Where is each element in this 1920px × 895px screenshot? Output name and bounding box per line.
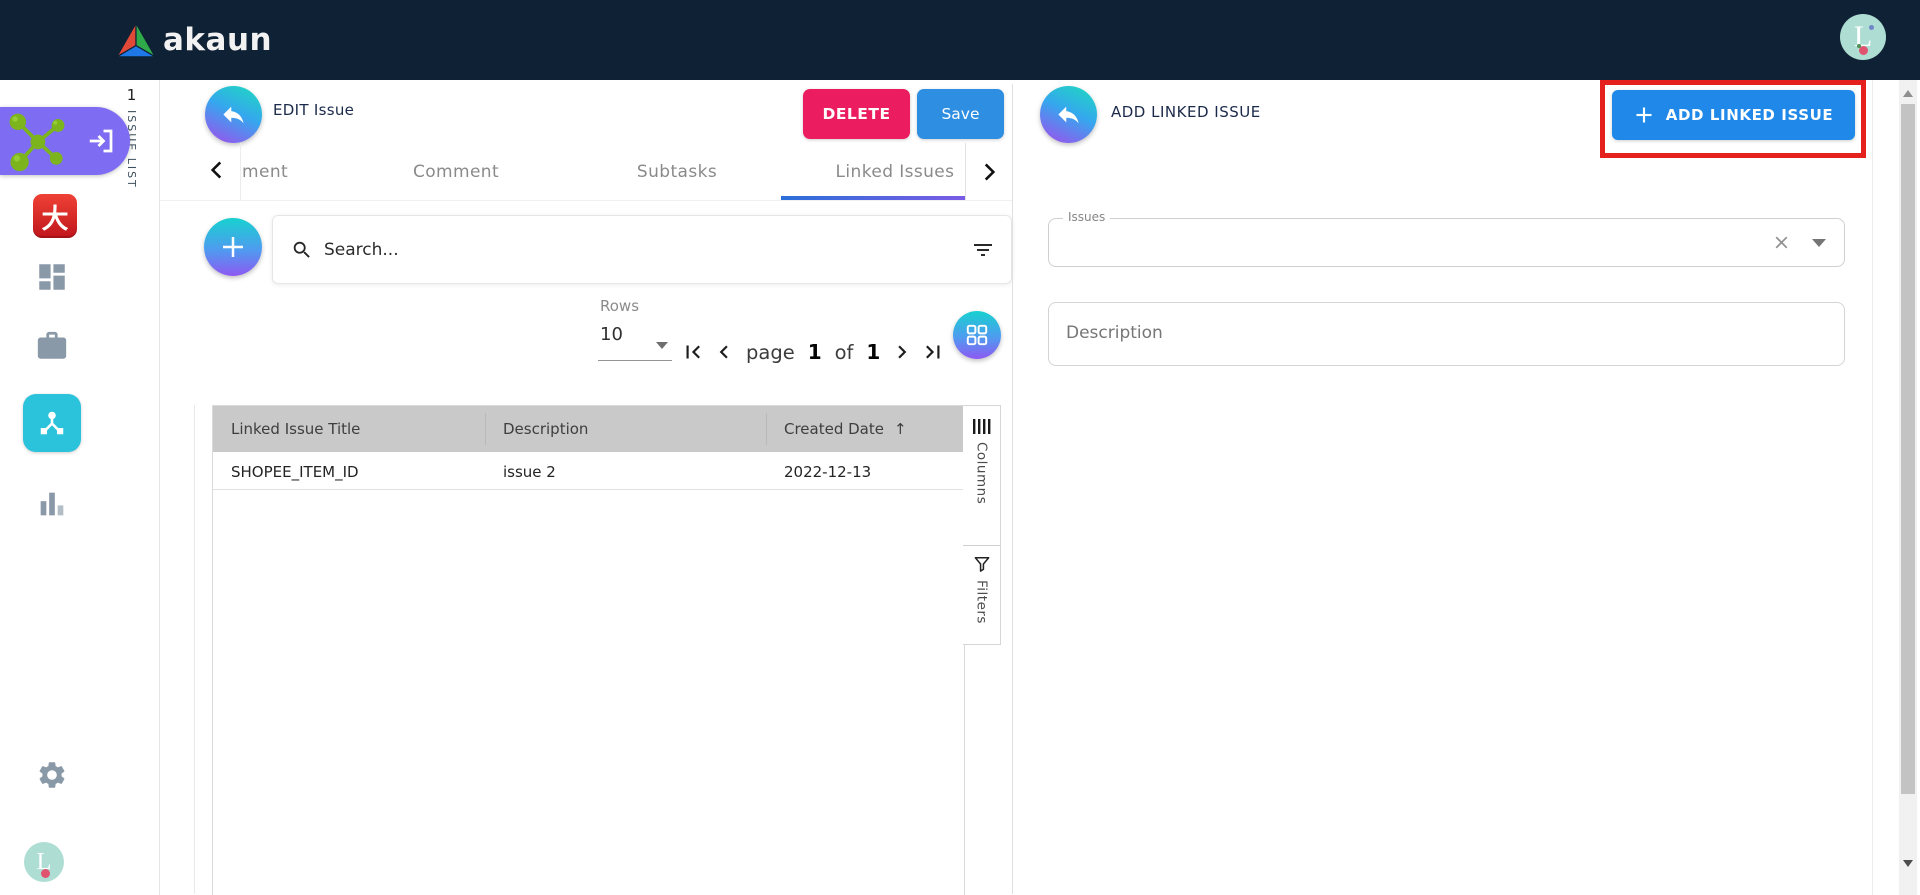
active-tab-underline bbox=[781, 196, 965, 200]
scrollbar-thumb[interactable] bbox=[1901, 104, 1915, 794]
columns-icon bbox=[972, 419, 990, 434]
rows-per-page-select[interactable]: 10 bbox=[600, 324, 623, 345]
add-new-button[interactable] bbox=[204, 218, 262, 276]
search-input[interactable] bbox=[322, 238, 953, 261]
sidebar-item-reports[interactable] bbox=[35, 487, 69, 521]
table-header-row: Linked Issue Title Description Created D… bbox=[213, 406, 964, 452]
dropdown-caret-icon[interactable] bbox=[1812, 239, 1826, 247]
save-button[interactable]: Save bbox=[917, 89, 1004, 139]
last-page-button[interactable] bbox=[920, 339, 946, 365]
tab-attachment-partial[interactable]: ment bbox=[242, 150, 312, 194]
user-avatar[interactable]: L bbox=[1840, 14, 1886, 60]
add-linked-issue-title: ADD LINKED ISSUE bbox=[1111, 103, 1261, 121]
grid-icon bbox=[966, 324, 988, 346]
tabs-scroll-right-button[interactable] bbox=[965, 143, 1012, 200]
divider bbox=[194, 405, 195, 894]
back-arrow-icon bbox=[1058, 106, 1079, 124]
description-textarea[interactable]: Description bbox=[1048, 302, 1845, 366]
scroll-down-arrow[interactable] bbox=[1903, 860, 1913, 867]
columns-side-tab[interactable]: Columns bbox=[963, 418, 1000, 504]
sort-ascending-icon[interactable]: ↑ bbox=[894, 420, 907, 438]
back-arrow-icon bbox=[223, 106, 244, 124]
plus-icon bbox=[223, 237, 243, 257]
brand-name: akaun bbox=[163, 22, 273, 58]
divider bbox=[598, 360, 672, 361]
sidebar-item-settings[interactable] bbox=[36, 759, 68, 791]
search-icon bbox=[293, 241, 310, 258]
linked-issues-table: Linked Issue Title Description Created D… bbox=[212, 405, 965, 895]
table-side-tabs: Columns Filters bbox=[963, 405, 1001, 645]
search-bar bbox=[272, 215, 1012, 284]
divider bbox=[240, 143, 241, 200]
delete-button[interactable]: DELETE bbox=[803, 89, 910, 139]
clear-icon[interactable] bbox=[1773, 234, 1790, 251]
pagination: page 1 of 1 bbox=[680, 334, 946, 370]
previous-page-button[interactable] bbox=[711, 339, 737, 365]
first-page-button[interactable] bbox=[680, 339, 706, 365]
edit-issue-title: EDIT Issue bbox=[273, 101, 355, 119]
molecule-icon bbox=[9, 113, 65, 172]
tabs-scroll-left-button[interactable] bbox=[204, 157, 230, 183]
chevron-down-icon[interactable] bbox=[656, 342, 668, 349]
scroll-up-arrow[interactable] bbox=[1903, 90, 1913, 97]
grid-view-button[interactable] bbox=[953, 311, 1001, 359]
divider bbox=[963, 545, 1000, 546]
plus-icon bbox=[1636, 107, 1652, 123]
avatar-flower-icon bbox=[1859, 46, 1869, 56]
avatar-flower-icon bbox=[1856, 44, 1861, 49]
login-icon bbox=[89, 129, 113, 153]
device-hub-icon bbox=[40, 411, 64, 435]
panel-divider bbox=[1012, 84, 1013, 894]
sidebar-user-avatar[interactable]: L bbox=[24, 842, 64, 882]
tab-linked-issues-active[interactable]: Linked Issues bbox=[800, 150, 990, 194]
filters-tab-label: Filters bbox=[973, 580, 990, 624]
sidebar-item-briefcase[interactable] bbox=[35, 329, 69, 363]
tab-subtasks[interactable]: Subtasks bbox=[601, 150, 753, 194]
issues-field-label: Issues bbox=[1063, 210, 1111, 224]
table-row[interactable]: SHOPEE_ITEM_ID issue 2 2022-12-13 bbox=[213, 452, 964, 490]
app-root: akaun L 大 L 1 ISSUE LIST EDIT Issue DELE… bbox=[0, 0, 1920, 895]
next-page-button[interactable] bbox=[889, 339, 915, 365]
brand-logo: akaun bbox=[116, 18, 272, 62]
column-header-created-date[interactable]: Created Date ↑ bbox=[784, 420, 907, 438]
of-word: of bbox=[834, 340, 854, 364]
filter-funnel-icon bbox=[974, 557, 989, 572]
dai-glyph: 大 bbox=[41, 203, 69, 235]
sidebar-item-dashboard[interactable] bbox=[35, 260, 69, 294]
description-placeholder: Description bbox=[1066, 323, 1163, 343]
columns-tab-label: Columns bbox=[973, 442, 990, 505]
total-pages-number: 1 bbox=[866, 340, 881, 364]
tab-comment[interactable]: Comment bbox=[380, 150, 532, 194]
issue-list-strip bbox=[104, 80, 160, 895]
divider bbox=[485, 413, 486, 445]
add-linked-issue-button-label: ADD LINKED ISSUE bbox=[1665, 106, 1834, 124]
current-page-number: 1 bbox=[807, 340, 822, 364]
add-linked-issue-button[interactable]: ADD LINKED ISSUE bbox=[1612, 90, 1855, 140]
page-scrollbar[interactable] bbox=[1899, 80, 1917, 895]
top-header-bar: akaun L bbox=[0, 0, 1920, 80]
cell-linked-issue-title: SHOPEE_ITEM_ID bbox=[231, 463, 359, 481]
back-button-add-linked-issue[interactable] bbox=[1040, 86, 1097, 143]
column-header-description[interactable]: Description bbox=[503, 420, 588, 438]
divider bbox=[766, 413, 767, 445]
sidebar-item-issues-active[interactable] bbox=[23, 394, 81, 452]
filter-list-icon[interactable] bbox=[971, 238, 995, 262]
cell-description: issue 2 bbox=[503, 463, 556, 481]
back-button-edit-issue[interactable] bbox=[205, 86, 262, 143]
cell-created-date: 2022-12-13 bbox=[784, 463, 872, 481]
chevron-right-icon bbox=[984, 162, 996, 181]
issues-select-field[interactable]: Issues bbox=[1048, 210, 1845, 267]
rows-per-page-label: Rows bbox=[600, 297, 640, 315]
sidebar-item-workflow-login[interactable] bbox=[0, 107, 130, 175]
avatar-flower-icon bbox=[1869, 25, 1875, 31]
filters-side-tab[interactable]: Filters bbox=[963, 554, 1000, 624]
divider bbox=[1872, 80, 1873, 895]
akaun-triangle-icon bbox=[116, 20, 156, 58]
issue-count: 1 bbox=[126, 86, 137, 104]
sidebar-item-dai-app[interactable]: 大 bbox=[33, 194, 77, 238]
avatar-flower-icon bbox=[40, 869, 50, 878]
column-header-linked-issue-title[interactable]: Linked Issue Title bbox=[231, 420, 360, 438]
page-word: page bbox=[746, 340, 795, 364]
